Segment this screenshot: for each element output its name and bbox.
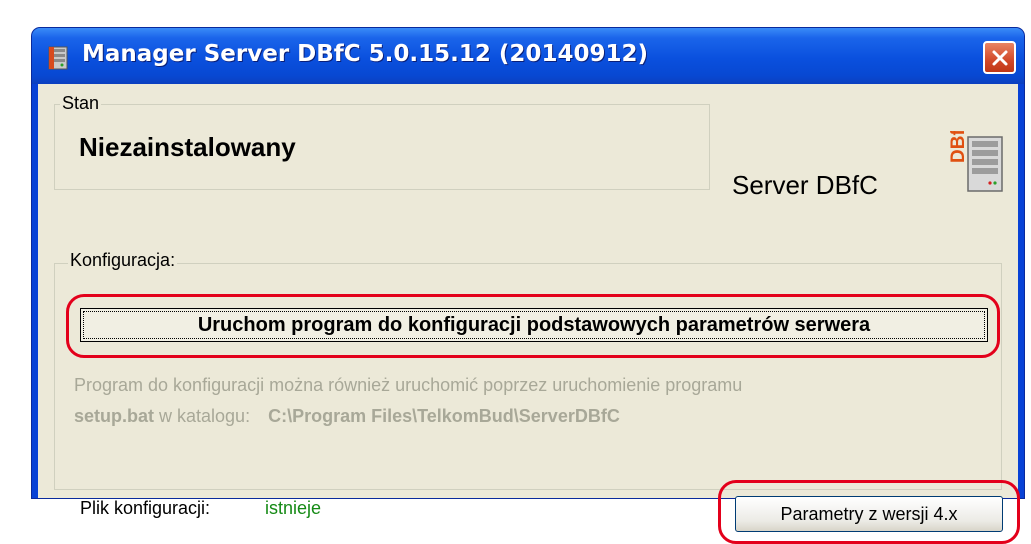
konfiguracja-legend: Konfiguracja: — [68, 250, 178, 270]
dialog-client-area: Stan Niezainstalowany Server DBfC DBfC K… — [38, 84, 1020, 544]
info-text-line1: Program do konfiguracji można również ur… — [74, 375, 743, 395]
close-icon — [992, 50, 1007, 65]
install-path: C:\Program Files\TelkomBud\ServerDBfC — [268, 406, 620, 426]
title-bar[interactable]: Manager Server DBfC 5.0.15.12 (20140912) — [32, 28, 1024, 84]
server-tower-icon: DBfC — [948, 131, 1003, 192]
highlight-run-config — [66, 294, 1000, 358]
info-text-line2: setup.bat w katalogu: C:\Program Files\Te… — [74, 406, 620, 427]
config-file-status: istnieje — [265, 498, 322, 518]
status-value: Niezainstalowany — [79, 132, 296, 162]
server-dbfc-label: Server DBfC — [732, 170, 878, 200]
dbfc-app-icon — [48, 46, 68, 70]
stan-legend: Stan — [60, 93, 102, 113]
window-title: Manager Server DBfC 5.0.15.12 (20140912) — [82, 41, 648, 67]
info-text-katalog: w katalogu: — [154, 406, 251, 426]
config-file-label: Plik konfiguracji: — [80, 498, 211, 518]
close-button[interactable] — [983, 41, 1016, 74]
highlight-params-v4 — [718, 480, 1020, 544]
dbfc-logo-text: DBfC — [948, 131, 969, 163]
setup-bat-filename: setup.bat — [74, 406, 155, 426]
main-window: Manager Server DBfC 5.0.15.12 (20140912)… — [32, 28, 1024, 544]
